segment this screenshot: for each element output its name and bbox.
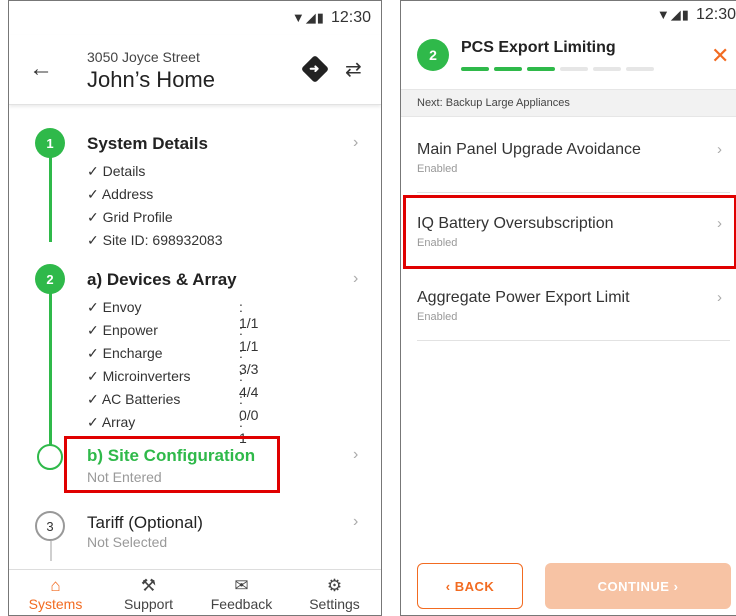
pcs-export-limiting-screen: ▼◢▮ 12:30 2 PCS Export Limiting ✕ Next: … [400,0,736,616]
chevron-right-icon: › [717,289,722,306]
tab-systems[interactable]: ⌂ Systems [9,570,102,615]
device-row: ✓ Encharge: 3/3 [87,345,258,377]
continue-button[interactable]: CONTINUE › [545,563,731,609]
highlight-box [64,436,280,493]
item-title: Aggregate Power Export Limit [417,289,630,306]
progress-segment [593,67,621,71]
home-icon: ⌂ [50,576,61,595]
step-2-circle: 2 [35,264,65,294]
progress-segment [461,67,489,71]
tab-label: Settings [309,596,360,612]
list-item-aggregate-power-export-limit[interactable]: Aggregate Power Export Limit Enabled › [417,267,730,341]
wrench-icon: ⚒ [140,576,157,595]
detail-item: ✓ Address [87,186,154,202]
tab-settings[interactable]: ⚙ Settings [288,570,381,615]
status-bar: ▼◢▮ 12:30 [401,1,736,29]
back-arrow-icon[interactable]: ← [29,55,53,83]
list-item-main-panel-upgrade-avoidance[interactable]: Main Panel Upgrade Avoidance Enabled › [417,119,730,193]
tab-support[interactable]: ⚒ Support [102,570,195,615]
device-row: ✓ Array: 1 [87,414,247,446]
item-status: Enabled [417,311,458,323]
back-button[interactable]: ‹ BACK [417,563,523,609]
step-site-config-circle [37,444,63,470]
status-bar: ▼◢▮ 12:30 [9,1,381,35]
device-row: ✓ Envoy: 1/1 [87,299,258,331]
tab-feedback[interactable]: ✉ Feedback [195,570,288,615]
step-connector [49,144,52,242]
signal-battery-icons: ▼◢▮ [291,10,325,25]
step-3-circle: 3 [35,511,65,541]
page-title: PCS Export Limiting [461,39,616,56]
step-connector [50,541,52,561]
progress-segment [626,67,654,71]
item-status: Enabled [417,163,458,175]
tab-label: Support [123,596,174,612]
device-label: ✓ Array [87,414,136,430]
step-connector [49,274,52,450]
progress-segment [527,67,555,71]
progress-segment [560,67,588,71]
systems-screen: ▼◢▮ 12:30 ← 3050 Joyce Street John’s Hom… [8,0,382,616]
chevron-right-icon: › [717,141,722,158]
device-label: ✓ Encharge [87,345,163,361]
status-time: 12:30 [330,9,371,26]
chevron-right-icon[interactable]: › [353,446,358,464]
progress-segment [494,67,522,71]
highlight-box [403,195,736,269]
chevron-right-icon[interactable]: › [353,134,358,152]
swap-icon[interactable]: ⇄ [345,57,362,82]
progress-indicator [461,67,654,71]
detail-item: ✓ Grid Profile [87,209,173,225]
chevron-right-icon[interactable]: › [353,513,358,531]
header: ← 3050 Joyce Street John’s Home ➜ ⇄ [9,35,381,105]
device-label: ✓ Enpower [87,322,158,338]
tab-label: Feedback [210,596,273,612]
device-label: ✓ AC Batteries [87,391,181,407]
detail-item: ✓ Details [87,163,146,179]
feedback-icon: ✉ [234,576,249,595]
step-1-circle: 1 [35,128,65,158]
next-step-label: Next: Backup Large Appliances [401,89,736,117]
step-devices-array[interactable]: a) Devices & Array [87,270,237,290]
chevron-right-icon[interactable]: › [353,270,358,288]
device-row: ✓ Enpower: 1/1 [87,322,258,354]
bottom-tab-bar: ⌂ Systems ⚒ Support ✉ Feedback ⚙ Setting… [9,569,381,615]
site-name: John’s Home [87,67,215,92]
device-label: ✓ Microinverters [87,368,191,384]
step-number-badge: 2 [417,39,449,71]
site-address: 3050 Joyce Street [87,49,200,65]
close-icon[interactable]: ✕ [711,43,729,69]
steps-list: 1 System Details › ✓ Details ✓ Address ✓… [9,106,381,569]
device-label: ✓ Envoy [87,299,142,315]
item-title: Main Panel Upgrade Avoidance [417,141,641,158]
step-system-details[interactable]: System Details [87,134,208,154]
directions-icon[interactable]: ➜ [300,54,330,84]
tab-label: Systems [28,596,83,612]
step-status: Not Selected [87,534,168,550]
status-time: 12:30 [695,6,736,23]
detail-item: ✓ Site ID: 698932083 [87,232,223,248]
device-row: ✓ AC Batteries: 0/0 [87,391,258,423]
device-row: ✓ Microinverters: 4/4 [87,368,258,400]
signal-battery-icons: ▼◢▮ [656,7,690,22]
gear-icon: ⚙ [326,576,343,595]
step-tariff[interactable]: Tariff (Optional) [87,513,203,533]
